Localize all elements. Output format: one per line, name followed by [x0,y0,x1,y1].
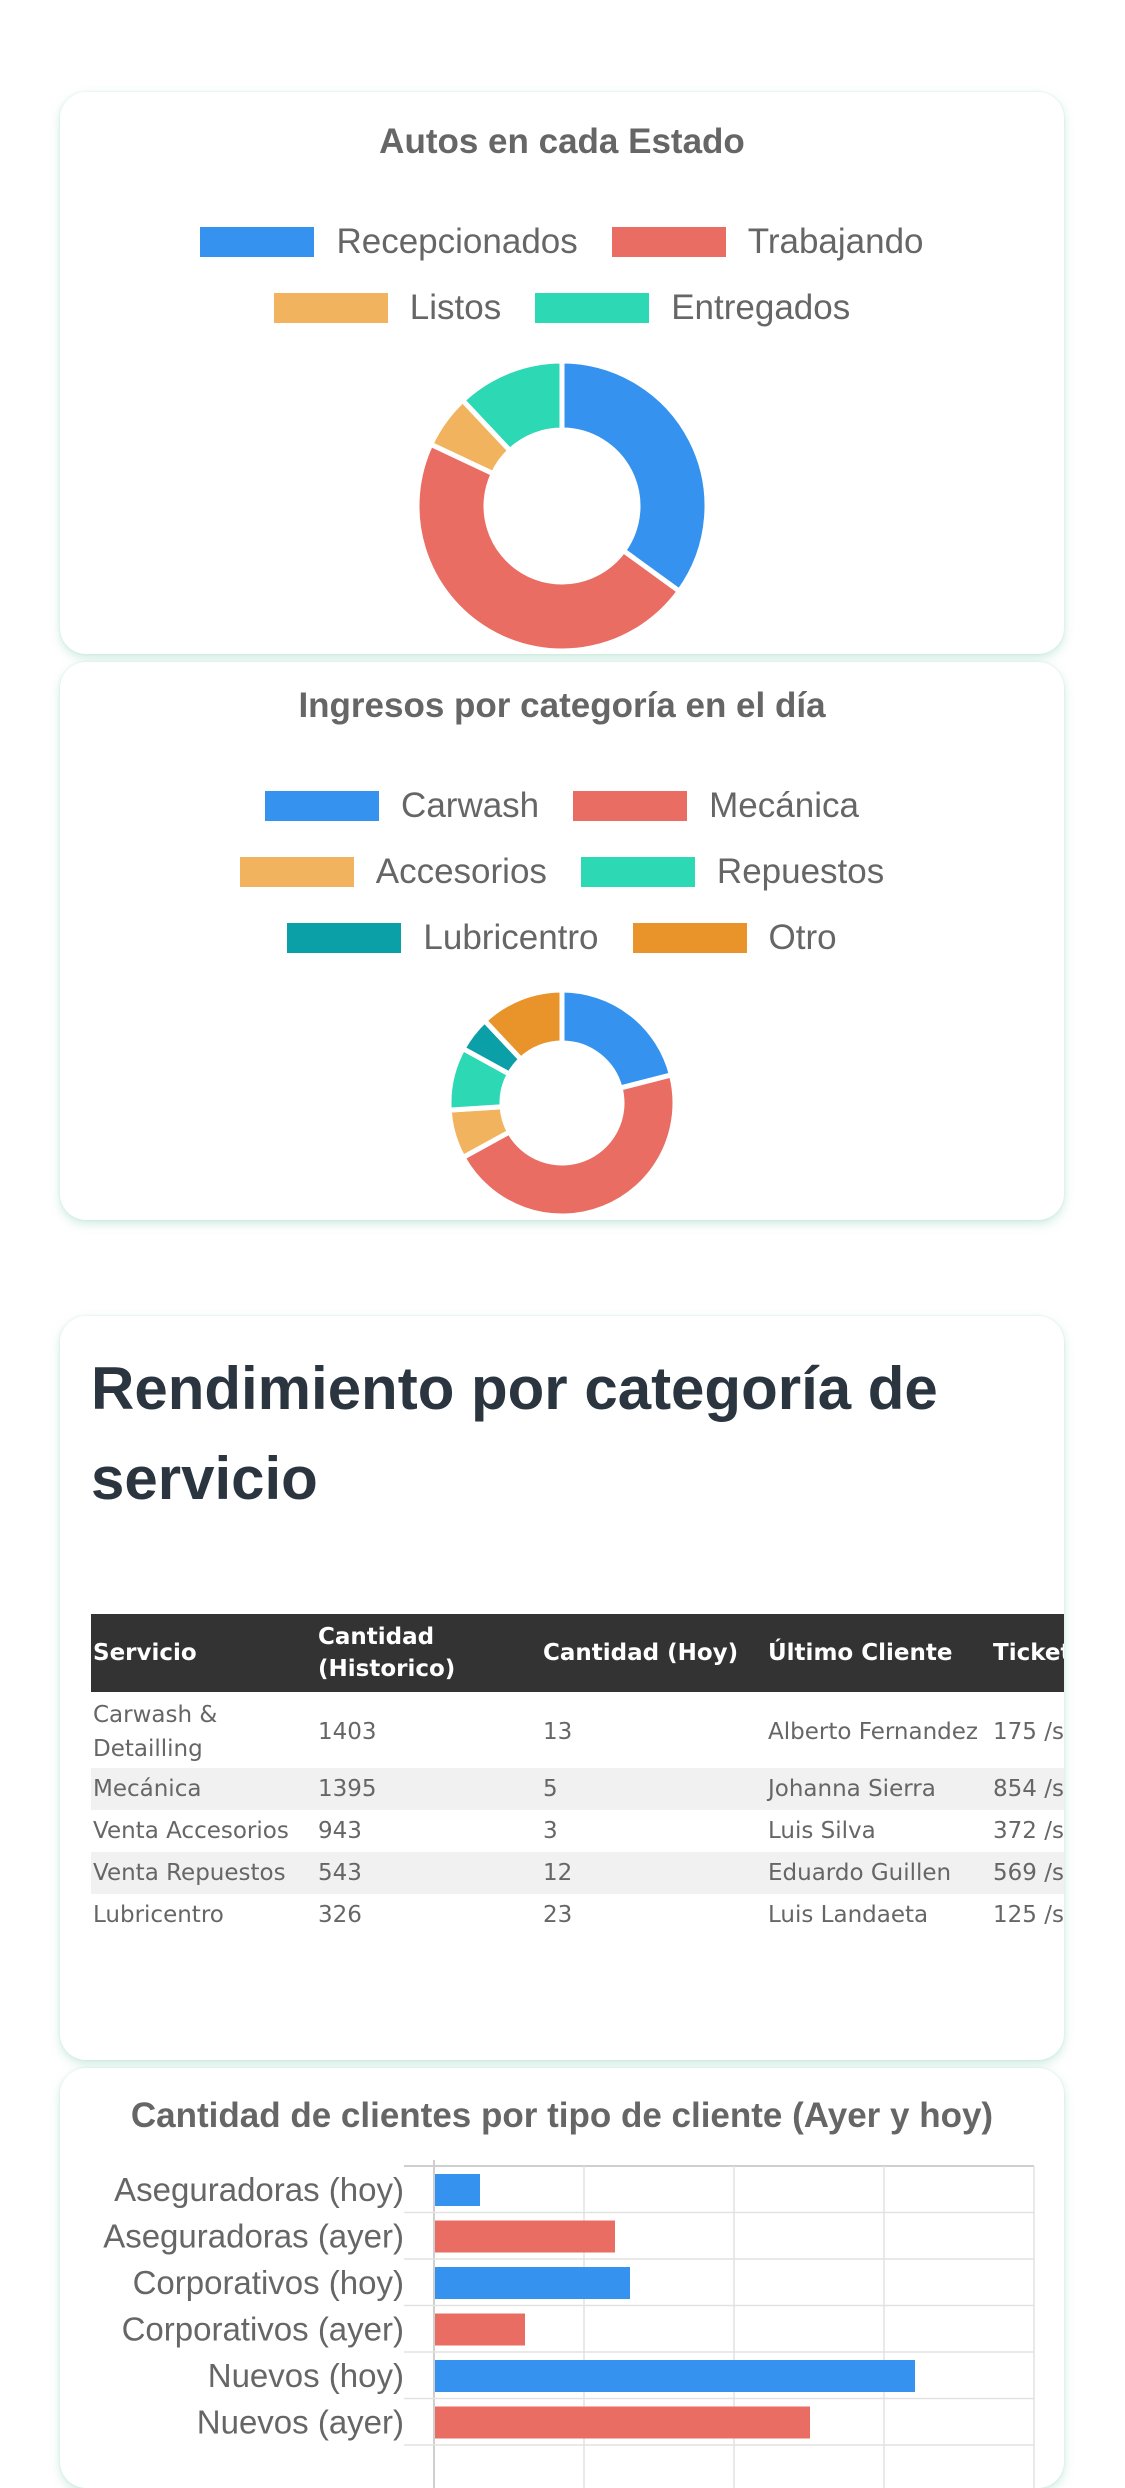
table-cell: Eduardo Guillen [766,1852,991,1894]
bar-nuevos-ayer[interactable] [435,2406,810,2439]
ingresos-chart-card: Ingresos por categoría en el día Carwash… [60,662,1064,1220]
bar-corporativos-ayer[interactable] [435,2313,525,2346]
col-header-servicio[interactable]: Servicio [91,1614,316,1692]
table-cell: Luis Silva [768,1818,876,1844]
clientes-chart-card: Cantidad de clientes por tipo de cliente… [60,2068,1064,2488]
estado-donut-chart [414,358,710,654]
table-cell: 12 [541,1852,766,1894]
bar-category-label: Nuevos (ayer) [197,2404,404,2441]
table-cell: Lubricentro [93,1902,224,1928]
table-cell: 5 [541,1768,766,1810]
table-cell: 1395 [316,1768,541,1810]
bar-nuevos-hoy[interactable] [435,2360,915,2392]
estado-chart-card: Autos en cada Estado Recepcionados Traba… [60,92,1064,654]
table-cell: 1403 [318,1719,377,1745]
table-cell: Venta Accesorios [93,1818,289,1844]
table-row: Venta Accesorios 943 3 Luis Silva 372 /s [91,1810,1064,1852]
col-header-ticket[interactable]: Ticket [991,1614,1064,1692]
table-row: Lubricentro 326 23 Luis Landaeta 125 /s [91,1894,1064,1936]
bar-aseguradoras-hoy[interactable] [435,2174,480,2206]
bar-category-label: Aseguradoras (hoy) [114,2171,404,2208]
performance-card: Rendimiento por categoría de servicio Se… [60,1316,1064,2060]
performance-table: Servicio Cantidad (Historico) Cantidad (… [91,1614,1064,1936]
table-cell: 372 /s [993,1818,1064,1844]
table-cell: Venta Repuestos [91,1852,316,1894]
table-cell: Mecánica [91,1768,316,1810]
table-row: Venta Repuestos 543 12 Eduardo Guillen 5… [91,1852,1064,1894]
table-cell: 13 [543,1719,573,1745]
table-cell: 23 [543,1902,573,1928]
table-header-row: Servicio Cantidad (Historico) Cantidad (… [91,1614,1064,1692]
table-cell: Johanna Sierra [766,1768,991,1810]
table-cell: Carwash & Detailling [93,1702,218,1762]
table-cell: 125 /s [993,1902,1064,1928]
table-cell: Luis Landaeta [768,1902,929,1928]
table-cell: 569 /s [991,1852,1064,1894]
table-cell: Alberto Fernandez [768,1719,978,1745]
bar-category-label: Aseguradoras (ayer) [103,2218,404,2255]
table-cell: 3 [543,1818,558,1844]
ingresos-donut-chart [446,987,678,1219]
table-row: Carwash & Detailling 1403 13 Alberto Fer… [91,1692,1064,1768]
table-cell: 326 [318,1902,362,1928]
col-header-ultimo-cliente[interactable]: Último Cliente [766,1614,991,1692]
table-row: Mecánica 1395 5 Johanna Sierra 854 /s [91,1768,1064,1810]
col-header-cantidad-hoy[interactable]: Cantidad (Hoy) [541,1614,766,1692]
table-cell: 543 [316,1852,541,1894]
table-cell: 175 /s [993,1719,1064,1745]
bar-category-label: Corporativos (ayer) [122,2311,404,2348]
table-cell: 854 /s [991,1768,1064,1810]
performance-title: Rendimiento por categoría de servicio [91,1355,938,1512]
table-cell: 943 [318,1818,362,1844]
bar-category-label: Nuevos (hoy) [208,2357,404,2394]
donut-slice-carwash[interactable] [559,987,675,1092]
clientes-bar-chart: Aseguradoras (hoy) Aseguradoras (ayer) Cor… [103,2160,1035,2488]
col-header-cantidad-historico[interactable]: Cantidad (Historico) [316,1614,541,1692]
bar-corporativos-hoy[interactable] [435,2267,630,2299]
bar-category-label: Corporativos (hoy) [133,2264,404,2301]
bar-aseguradoras-ayer[interactable] [435,2220,615,2253]
